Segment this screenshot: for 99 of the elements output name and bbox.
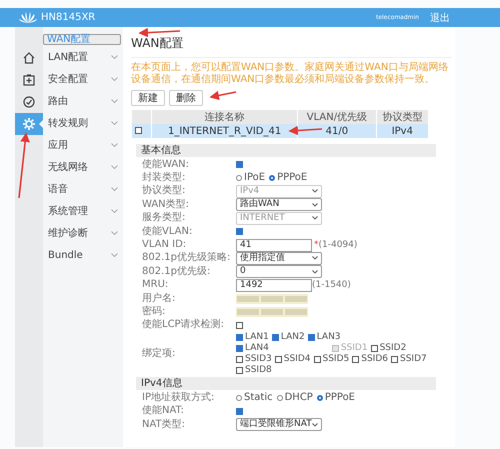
required-mark: *: [314, 239, 318, 252]
field-label: 使能LCP请求检测:: [141, 319, 225, 332]
radio-option[interactable]: PPPoE: [316, 392, 355, 404]
chevron-down-icon: [111, 187, 118, 191]
annotation-arrow: [18, 132, 30, 198]
select-field[interactable]: 端口受限锥形NAT: [236, 418, 322, 432]
annotation-arrow: [288, 126, 322, 136]
column-header: 协议类型: [376, 110, 428, 124]
checkbox-option[interactable]: LAN1: [236, 332, 269, 344]
radio-option[interactable]: PPPoE: [269, 172, 308, 184]
plus-box-icon: [23, 74, 35, 86]
chevron-down-icon: [312, 422, 318, 427]
input-field[interactable]: 1492: [236, 278, 312, 292]
checkbox[interactable]: [236, 322, 243, 329]
chevron-down-icon: [111, 165, 118, 169]
blurred-value: [236, 294, 308, 304]
table-cell: 1_INTERNET_R_VID_41: [152, 124, 298, 138]
menu-item[interactable]: 路由: [43, 90, 123, 112]
column-header: VLAN/优先级: [298, 110, 376, 124]
chevron-down-icon: [312, 256, 318, 260]
checkbox[interactable]: [236, 408, 243, 415]
field-label: MRU:: [141, 279, 170, 292]
table-cell: IPv4: [376, 124, 428, 138]
action-button[interactable]: 删除: [169, 90, 203, 106]
checkbox-option[interactable]: SSID5: [314, 354, 350, 366]
field-label: 密码:: [141, 306, 166, 318]
checkbox-option[interactable]: SSID4: [274, 354, 310, 366]
field-label: 服务类型:: [141, 212, 186, 224]
gauge-icon: [23, 96, 35, 108]
menu-item[interactable]: 语音: [43, 178, 123, 200]
field-label: WAN类型:: [141, 198, 190, 211]
chevron-down-icon: [111, 253, 118, 257]
row-checkbox[interactable]: [135, 127, 142, 134]
settings-icon: [22, 117, 36, 131]
field-label: NAT类型:: [141, 418, 186, 431]
field-label: 使能NAT:: [141, 405, 185, 418]
field-label: VLAN ID:: [141, 239, 188, 252]
menu-item[interactable]: 应用: [43, 134, 123, 156]
field-label: 用户名:: [141, 292, 176, 305]
notice-text: 在本页面上，您可以配置WAN口参数。家庭网关通过WAN口与局端网络设备通信，在通信期间WAN口参数最必须和局端设备参数保持一致。: [131, 62, 450, 86]
menu-item[interactable]: 转发规则: [43, 112, 123, 134]
table-cell: 41/0: [298, 124, 376, 138]
menu-item[interactable]: Bundle: [43, 244, 123, 266]
action-button[interactable]: 新建: [131, 90, 165, 106]
checkbox-option[interactable]: SSID6: [352, 354, 388, 366]
chevron-down-icon: [312, 189, 318, 194]
checkbox-option[interactable]: LAN2: [272, 332, 305, 344]
blurred-value: [236, 306, 308, 317]
chevron-down-icon: [111, 55, 118, 59]
chevron-down-icon: [111, 77, 118, 81]
flower-logo-icon: [18, 12, 38, 24]
checkbox-option[interactable]: SSID8: [236, 365, 272, 376]
menu-item[interactable]: 无线网络: [43, 156, 123, 178]
column-header: 连接名称: [152, 110, 298, 124]
menu-item[interactable]: 系统管理: [43, 200, 123, 222]
checkbox-option[interactable]: LAN3: [308, 332, 341, 344]
chevron-down-icon: [111, 231, 118, 235]
checkbox-option[interactable]: SSID2: [370, 343, 406, 354]
field-label: 802.1p优先级策略:: [141, 252, 232, 264]
field-label: 使能VLAN:: [141, 226, 194, 238]
chevron-down-icon: [111, 209, 118, 213]
menu-item[interactable]: LAN配置: [43, 46, 123, 68]
select-field[interactable]: 使用指定值: [236, 252, 322, 265]
annotation-arrow: [209, 90, 236, 100]
radio-option[interactable]: IPoE: [236, 172, 266, 184]
chevron-down-icon: [111, 143, 118, 147]
checkbox-option[interactable]: LAN4: [236, 343, 269, 354]
radio-option[interactable]: DHCP: [276, 392, 313, 404]
checkbox[interactable]: [236, 161, 243, 168]
product-name: HN8145XR: [41, 12, 96, 23]
section-header: 基本信息: [136, 144, 436, 157]
field-label: IP地址获取方式:: [141, 392, 216, 404]
field-label: 使能WAN:: [141, 158, 190, 171]
range-hint: (1-1540): [312, 279, 351, 292]
page-title: WAN配置: [131, 33, 452, 58]
select-field[interactable]: 路由WAN: [236, 198, 322, 212]
checkbox[interactable]: [236, 228, 243, 236]
chevron-down-icon: [312, 270, 318, 274]
chevron-down-icon: [312, 202, 318, 207]
field-label: 绑定项:: [141, 348, 176, 360]
chevron-down-icon: [312, 216, 318, 220]
field-label: 802.1p优先级:: [141, 266, 212, 278]
annotation-arrow: [138, 28, 180, 38]
range-hint: (1-4094): [318, 239, 358, 252]
menu-item[interactable]: 安全配置: [43, 68, 123, 90]
radio-option[interactable]: Static: [236, 392, 273, 404]
menu-item[interactable]: 维护诊断: [43, 222, 123, 244]
header-cell: [132, 110, 152, 124]
input-field[interactable]: 41: [236, 238, 312, 252]
section-header: IPv4信息: [136, 377, 436, 390]
table-row[interactable]: 1_INTERNET_R_VID_41 41/0 IPv4: [132, 124, 428, 138]
checkbox-option[interactable]: SSID3: [236, 354, 272, 366]
select-field[interactable]: 0: [236, 265, 322, 278]
field-label: 封装类型:: [141, 172, 186, 184]
checkbox-option[interactable]: SSID7: [391, 354, 427, 366]
home-icon: [23, 52, 35, 64]
chevron-down-icon: [111, 121, 118, 125]
chevron-down-icon: [111, 99, 118, 103]
field-label: 协议类型:: [141, 185, 186, 198]
